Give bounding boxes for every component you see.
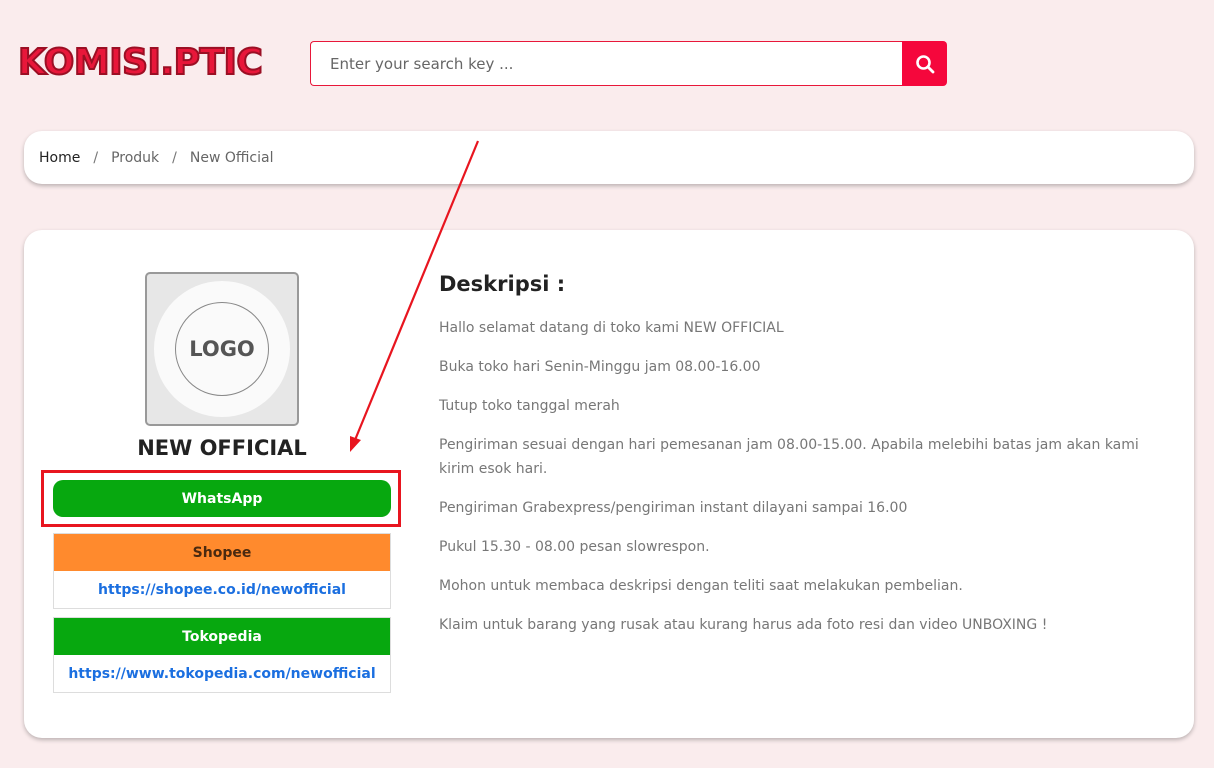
search-bar	[310, 41, 947, 86]
store-logo-text: LOGO	[175, 302, 269, 396]
breadcrumb-home[interactable]: Home	[39, 150, 80, 166]
shopee-link[interactable]: https://shopee.co.id/newofficial	[54, 571, 390, 608]
store-name: NEW OFFICIAL	[137, 436, 307, 460]
breadcrumb-separator: /	[172, 149, 177, 166]
breadcrumb: Home / Produk / New Official	[24, 131, 1194, 184]
description-title: Deskripsi :	[439, 272, 566, 296]
description-line: Buka toko hari Senin-Minggu jam 08.00-16…	[439, 359, 761, 375]
breadcrumb-separator: /	[93, 149, 99, 166]
description-line: Klaim untuk barang yang rusak atau kuran…	[439, 617, 1048, 633]
tokopedia-header: Tokopedia	[54, 618, 390, 655]
shopee-panel: Shopee https://shopee.co.id/newofficial	[53, 533, 391, 609]
tokopedia-link[interactable]: https://www.tokopedia.com/newofficial	[54, 655, 390, 692]
description-line: Hallo selamat datang di toko kami NEW OF…	[439, 320, 784, 336]
description-line: Pengiriman sesuai dengan hari pemesanan …	[439, 437, 1139, 477]
breadcrumb-current: New Official	[189, 149, 274, 166]
search-button[interactable]	[902, 41, 947, 86]
whatsapp-button[interactable]: WhatsApp	[53, 480, 391, 517]
store-logo-outer-circle: LOGO	[154, 281, 290, 417]
search-input[interactable]	[310, 41, 903, 86]
description-line: Tutup toko tanggal merah	[439, 398, 620, 414]
description-line: Pengiriman Grabexpress/pengiriman instan…	[439, 500, 908, 516]
description-line: Mohon untuk membaca deskripsi dengan tel…	[439, 578, 963, 594]
store-card: LOGO NEW OFFICIAL WhatsApp Shopee https:…	[24, 230, 1194, 738]
store-logo: LOGO	[145, 272, 299, 426]
shopee-header: Shopee	[54, 534, 390, 571]
description-line: Pukul 15.30 - 08.00 pesan slowrespon.	[439, 539, 710, 555]
description-list: Hallo selamat datang di toko kami NEW OF…	[439, 316, 1159, 652]
site-logo[interactable]: KOMISI.PTIC	[17, 41, 264, 85]
breadcrumb-produk[interactable]: Produk	[111, 150, 159, 166]
tokopedia-panel: Tokopedia https://www.tokopedia.com/newo…	[53, 617, 391, 693]
search-icon	[915, 54, 934, 73]
